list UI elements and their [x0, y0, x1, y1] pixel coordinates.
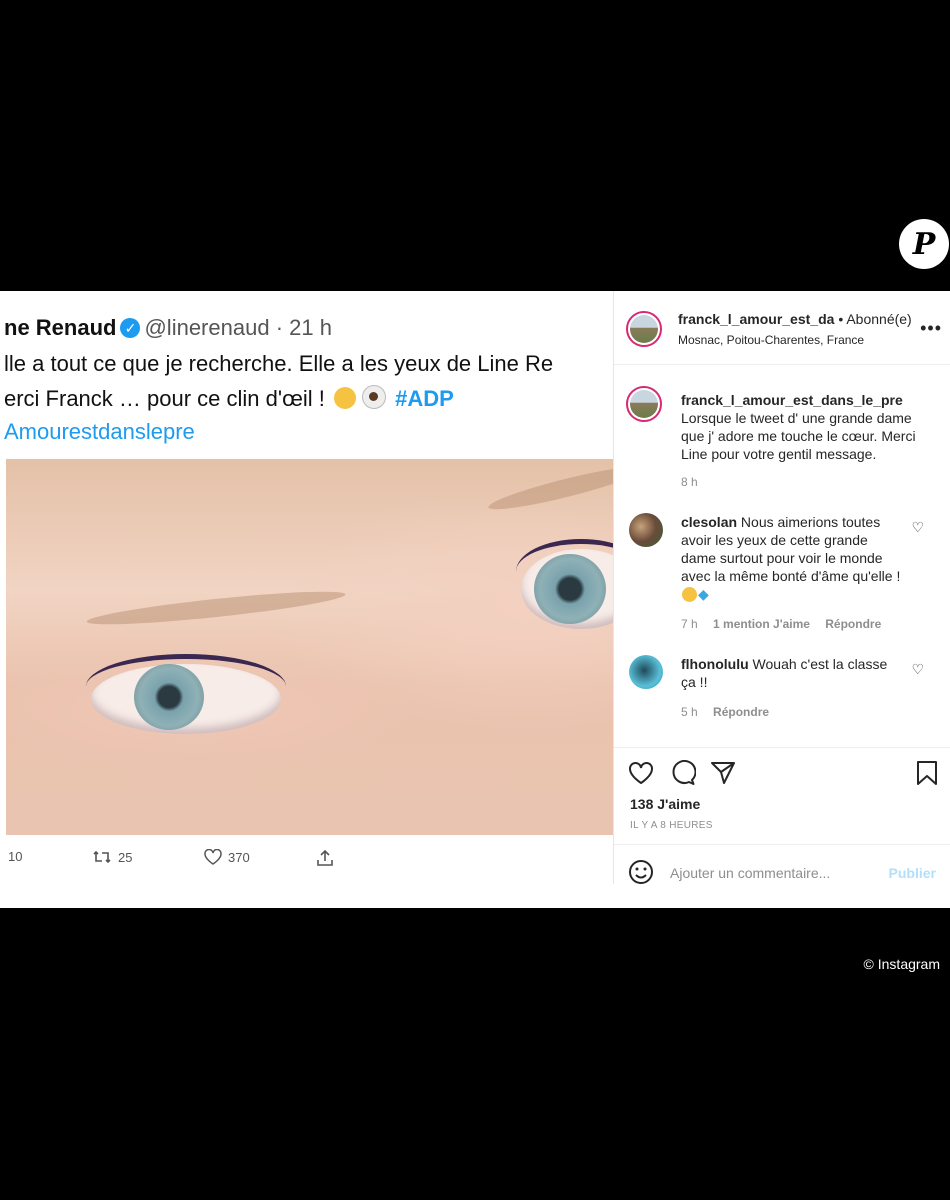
tweet-text-line-1: lle a tout ce que je recherche. Elle a l…: [4, 351, 554, 376]
emoji-picker-icon[interactable]: [628, 859, 654, 885]
add-comment-input[interactable]: Ajouter un commentaire...: [670, 865, 830, 881]
eyebrow-right: [486, 459, 613, 517]
actions-divider: [614, 747, 950, 748]
comment-item: clesolan Nous aimerions toutes avoir les…: [681, 513, 901, 603]
post-header-user: franck_l_amour_est_da • Abonné(e): [678, 311, 912, 327]
retweet-count: 25: [118, 849, 133, 865]
reply-button[interactable]: Répondre: [825, 617, 881, 631]
image-credit: © Instagram: [863, 956, 940, 972]
heart-icon: [204, 849, 222, 865]
verified-badge-icon: ✓: [120, 318, 141, 338]
caption: franck_l_amour_est_dans_le_pre Lorsque l…: [681, 391, 937, 463]
post-side-panel: franck_l_amour_est_da • Abonné(e) Mosnac…: [614, 291, 950, 908]
caption-text: Lorsque le tweet d' une grande dame que …: [681, 410, 916, 462]
tweet-text-line-2: erci Franck … pour ce clin d'œil ! #ADP: [4, 385, 454, 412]
comment-username[interactable]: flhonolulu: [681, 656, 749, 672]
post-timestamp: IL Y A 8 HEURES: [630, 820, 713, 831]
header-divider: [614, 364, 950, 365]
post-image: ne Renaud ✓ @linerenaud · 21 h lle a tout …: [0, 291, 614, 884]
save-bookmark-icon[interactable]: [916, 760, 938, 786]
comment-likes-count[interactable]: 1 mention J'aime: [713, 617, 810, 631]
wink-emoji-icon: [333, 387, 356, 409]
tweet-text-line-3: Amourestdanslepre: [4, 419, 195, 444]
comment-username[interactable]: clesolan: [681, 514, 737, 530]
more-options-icon[interactable]: •••: [920, 318, 942, 339]
caption-username[interactable]: franck_l_amour_est_dans_le_pre: [681, 392, 903, 408]
author-avatar[interactable]: [626, 311, 662, 347]
caption-time: 8 h: [681, 475, 698, 489]
retweet-icon: [93, 850, 111, 864]
comment-avatar[interactable]: [629, 655, 663, 689]
tweet-retweet: 25: [92, 849, 132, 865]
author-avatar-image: [630, 315, 658, 343]
iris-left: [134, 664, 204, 730]
tweet-like: 370: [204, 849, 250, 865]
publish-button[interactable]: Publier: [889, 865, 936, 881]
tweet-share: [316, 849, 334, 867]
comment-avatar[interactable]: [629, 513, 663, 547]
comment-icon[interactable]: [670, 760, 696, 786]
reply-count: 10: [8, 849, 23, 864]
tweet-author-name: ne Renaud: [4, 315, 117, 340]
diamond-emoji-icon: ◆: [698, 586, 709, 602]
tweet-reply-count: 10: [8, 849, 22, 864]
share-icon: [317, 849, 333, 866]
comment-box-divider: [614, 844, 950, 845]
follow-status[interactable]: • Abonné(e): [838, 311, 911, 327]
reply-button[interactable]: Répondre: [713, 705, 769, 719]
iris-right: [534, 554, 606, 624]
eyebrow-left: [85, 585, 347, 631]
comment-meta: 5 h Répondre: [681, 705, 769, 719]
author-username[interactable]: franck_l_amour_est_da: [678, 311, 834, 327]
like-heart-icon[interactable]: [628, 761, 654, 785]
comment-like-icon[interactable]: ♡: [911, 519, 924, 536]
comment-time: 5 h: [681, 705, 698, 719]
comment-time: 7 h: [681, 617, 698, 631]
post-location[interactable]: Mosnac, Poitou-Charentes, France: [678, 333, 864, 347]
caption-avatar-image: [630, 390, 658, 418]
likes-count[interactable]: 138 J'aime: [630, 796, 700, 812]
tweet-hashtag: #ADP: [395, 386, 454, 411]
share-paper-plane-icon[interactable]: [710, 760, 736, 786]
comment-like-icon[interactable]: ♡: [911, 661, 924, 678]
caption-avatar[interactable]: [626, 386, 662, 422]
grin-emoji-icon: [682, 587, 697, 602]
comment-item: flhonolulu Wouah c'est la classe ça !!: [681, 655, 901, 691]
tweet-text-line-2-text: erci Franck … pour ce clin d'œil !: [4, 386, 325, 411]
site-logo: P: [899, 219, 949, 269]
tweet-actions: 10 25 370: [0, 849, 613, 871]
eyes-photo: [6, 459, 613, 835]
tweet-author-handle: @linerenaud: [144, 315, 270, 340]
eye-emoji-icon: [361, 385, 386, 409]
instagram-post-frame: ne Renaud ✓ @linerenaud · 21 h lle a tout …: [0, 291, 950, 908]
comment-meta: 7 h 1 mention J'aime Répondre: [681, 617, 881, 631]
tweet-time: · 21 h: [275, 315, 332, 340]
like-count: 370: [228, 849, 250, 865]
tweet-header: ne Renaud ✓ @linerenaud · 21 h: [4, 315, 332, 341]
